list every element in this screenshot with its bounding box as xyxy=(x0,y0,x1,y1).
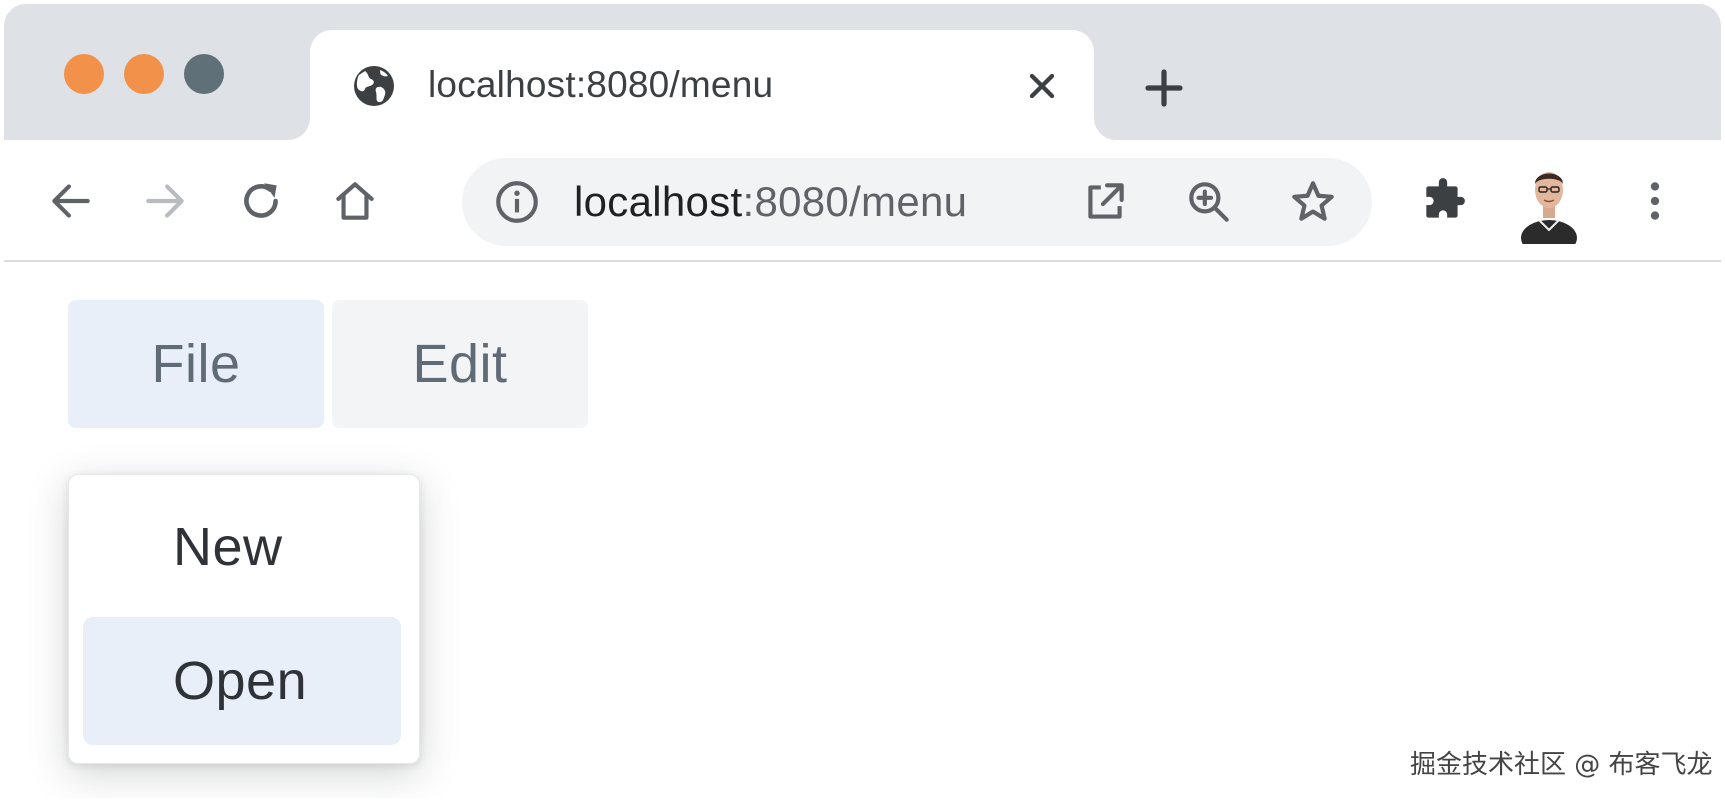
arrow-right-icon[interactable] xyxy=(140,176,190,226)
close-icon[interactable] xyxy=(1022,66,1062,106)
url-path: :8080/menu xyxy=(742,178,968,225)
puzzle-icon[interactable] xyxy=(1418,176,1468,226)
window-maximize-button[interactable] xyxy=(184,54,224,94)
url-host: localhost xyxy=(574,178,743,225)
tab-strip: localhost:8080/menu xyxy=(4,4,1721,148)
open-external-icon[interactable] xyxy=(1080,177,1130,227)
address-bar[interactable]: localhost:8080/menu xyxy=(462,158,1372,246)
zoom-in-icon[interactable] xyxy=(1184,177,1234,227)
menu-file-button[interactable]: File xyxy=(68,300,324,428)
page-content: File Edit New Open xyxy=(4,262,1721,798)
tab-title: localhost:8080/menu xyxy=(428,64,774,105)
menu-item-new[interactable]: New xyxy=(83,483,401,611)
browser-tab[interactable]: localhost:8080/menu xyxy=(310,30,1094,148)
url-text[interactable]: localhost:8080/menu xyxy=(574,178,967,226)
file-dropdown-menu: New Open xyxy=(68,474,420,764)
watermark-text: 掘金技术社区 @ 布客飞龙 xyxy=(1410,750,1713,780)
arrow-left-icon[interactable] xyxy=(46,176,96,226)
browser-window: localhost:8080/menu localhost:8080/menu … xyxy=(4,4,1721,798)
info-icon[interactable] xyxy=(492,177,542,227)
globe-icon xyxy=(354,66,394,106)
window-minimize-button[interactable] xyxy=(124,54,164,94)
browser-toolbar: localhost:8080/menu xyxy=(4,140,1721,262)
menu-bar: File Edit xyxy=(68,300,588,428)
reload-icon[interactable] xyxy=(236,176,286,226)
avatar[interactable] xyxy=(1518,160,1580,244)
home-icon[interactable] xyxy=(330,176,380,226)
plus-icon[interactable] xyxy=(1140,64,1188,112)
window-close-button[interactable] xyxy=(64,54,104,94)
menu-item-open[interactable]: Open xyxy=(83,617,401,745)
kebab-menu-icon[interactable] xyxy=(1630,176,1680,226)
menu-edit-button[interactable]: Edit xyxy=(332,300,588,428)
star-icon[interactable] xyxy=(1288,177,1338,227)
